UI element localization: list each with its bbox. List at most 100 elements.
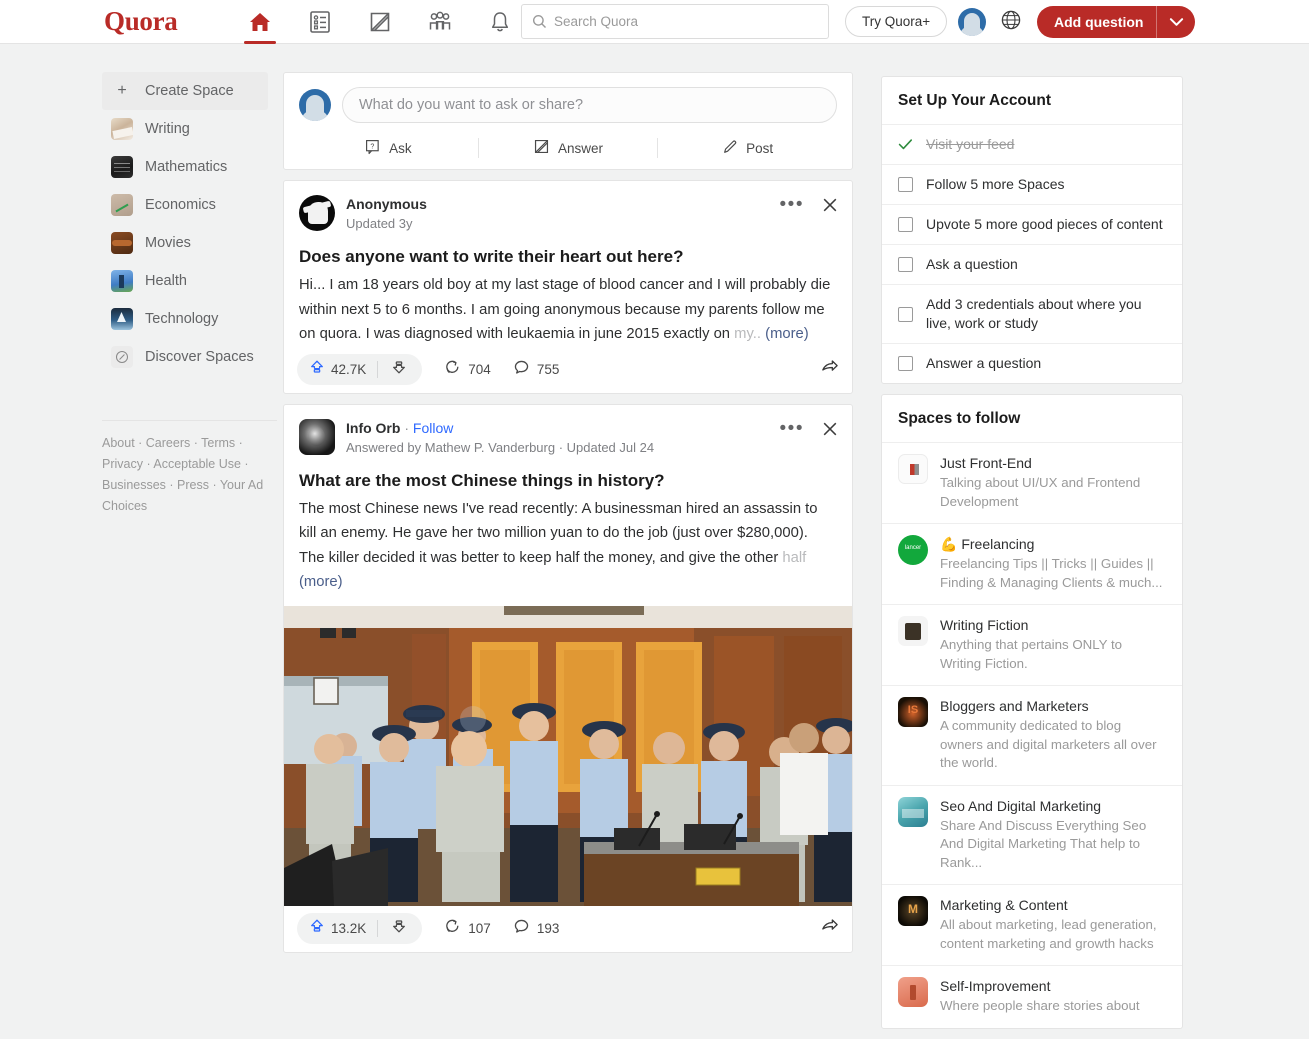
- setup-account-panel: Set Up Your Account Visit your feed Foll…: [881, 76, 1183, 384]
- user-avatar[interactable]: [958, 8, 986, 36]
- close-icon[interactable]: [822, 197, 838, 213]
- avatar[interactable]: [299, 195, 335, 231]
- space-item-writing-fiction[interactable]: Writing Fiction Anything that pertains O…: [882, 604, 1182, 685]
- compose-answer-button[interactable]: Answer: [479, 127, 658, 169]
- post-image[interactable]: [284, 605, 852, 906]
- space-text: Bloggers and Marketers A community dedic…: [940, 697, 1166, 773]
- sidebar-item-economics[interactable]: Economics: [102, 186, 268, 224]
- search-input[interactable]: [554, 14, 818, 29]
- sidebar-item-health[interactable]: Health: [102, 262, 268, 300]
- space-item-bloggers-and-marketers[interactable]: Bloggers and Marketers A community dedic…: [882, 685, 1182, 785]
- answer-pencil-icon: [533, 138, 550, 158]
- sidebar-item-discover-spaces[interactable]: Discover Spaces: [102, 338, 268, 376]
- setup-item-upvote-content[interactable]: Upvote 5 more good pieces of content: [882, 204, 1182, 244]
- share-button[interactable]: [820, 917, 839, 941]
- sidebar-item-movies[interactable]: Movies: [102, 224, 268, 262]
- avatar[interactable]: [299, 418, 335, 455]
- post-author-name[interactable]: Anonymous: [346, 195, 427, 213]
- chevron-down-icon[interactable]: [1157, 17, 1195, 27]
- upvote-arrow-icon: [309, 359, 325, 380]
- setup-item-label: Visit your feed: [926, 136, 1015, 152]
- space-text: Writing Fiction Anything that pertains O…: [940, 616, 1166, 673]
- space-name: 💪 Freelancing: [940, 536, 1035, 552]
- post-action-bar: 13.2K 107 193: [284, 906, 852, 952]
- close-icon[interactable]: [822, 421, 838, 437]
- reshare-button[interactable]: 107: [444, 918, 491, 940]
- nav-answer-button[interactable]: [350, 0, 410, 44]
- post-space-name[interactable]: Info Orb: [346, 420, 400, 436]
- post-author-name[interactable]: Info Orb · Follow: [346, 419, 654, 437]
- checkbox-icon[interactable]: [898, 306, 913, 322]
- share-arrow-icon: [820, 917, 839, 941]
- share-button[interactable]: [820, 358, 839, 382]
- checkbox-icon[interactable]: [898, 257, 913, 272]
- downvote-button[interactable]: [378, 913, 420, 944]
- space-text: Just Front-End Talking about UI/UX and F…: [940, 454, 1166, 511]
- compose-input[interactable]: [342, 87, 837, 123]
- compass-icon: [111, 346, 133, 368]
- follow-link[interactable]: Follow: [413, 420, 453, 436]
- comment-count: 755: [536, 362, 560, 377]
- checkbox-icon[interactable]: [898, 217, 913, 232]
- downvote-button[interactable]: [378, 354, 420, 385]
- compose-ask-button[interactable]: ? Ask: [299, 127, 478, 169]
- comment-button[interactable]: 193: [513, 918, 560, 940]
- search-bar[interactable]: [521, 4, 829, 39]
- post-content: ••• Anonymous Updated 3y Does anyone wan…: [284, 181, 852, 347]
- downvote-arrow-icon: [391, 359, 407, 380]
- checkbox-icon[interactable]: [898, 356, 913, 371]
- post-more-options-icon[interactable]: •••: [780, 195, 804, 214]
- setup-item-follow-spaces[interactable]: Follow 5 more Spaces: [882, 164, 1182, 204]
- sidebar-item-writing[interactable]: Writing: [102, 110, 268, 148]
- checkbox-icon[interactable]: [898, 177, 913, 192]
- space-item-just-front-end[interactable]: Just Front-End Talking about UI/UX and F…: [882, 442, 1182, 523]
- post-title[interactable]: What are the most Chinese things in hist…: [299, 470, 837, 492]
- compose-user-avatar[interactable]: [299, 89, 331, 121]
- sidebar-item-mathematics[interactable]: Mathematics: [102, 148, 268, 186]
- post-more-link[interactable]: (more): [299, 574, 343, 590]
- comment-bubble-icon: [513, 359, 530, 381]
- space-item-seo-and-digital-marketing[interactable]: Seo And Digital Marketing Share And Disc…: [882, 784, 1182, 885]
- post-body-fade: half: [782, 549, 807, 566]
- sidebar-footer-links[interactable]: About · Careers · Terms · Privacy · Acce…: [102, 420, 277, 517]
- post-title[interactable]: Does anyone want to write their heart ou…: [299, 246, 837, 268]
- space-avatar: [898, 697, 928, 727]
- globe-icon: [1000, 9, 1022, 36]
- upvote-button[interactable]: 13.2K: [297, 913, 377, 944]
- space-item-marketing-and-content[interactable]: Marketing & Content All about marketing,…: [882, 884, 1182, 965]
- setup-item-visit-feed[interactable]: Visit your feed: [882, 124, 1182, 164]
- compose-post-button[interactable]: Post: [658, 127, 837, 169]
- separator-dot: ·: [404, 419, 409, 436]
- space-name: Writing Fiction: [940, 617, 1029, 633]
- space-item-self-improvement[interactable]: Self-Improvement Where people share stor…: [882, 965, 1182, 1028]
- setup-item-label: Ask a question: [926, 256, 1018, 272]
- language-globe-button[interactable]: [997, 8, 1025, 36]
- create-space-button[interactable]: + Create Space: [102, 72, 268, 110]
- setup-item-add-credentials[interactable]: Add 3 credentials about where you live, …: [882, 284, 1182, 343]
- sidebar-item-label: Health: [145, 273, 187, 289]
- post-more-link[interactable]: (more): [765, 326, 809, 342]
- reshare-button[interactable]: 704: [444, 359, 491, 381]
- comment-button[interactable]: 755: [513, 359, 560, 381]
- sidebar-item-label: Mathematics: [145, 159, 228, 175]
- quora-logo[interactable]: Quora: [104, 6, 178, 36]
- add-question-button[interactable]: Add question: [1037, 6, 1196, 38]
- setup-item-answer-question[interactable]: Answer a question: [882, 343, 1182, 383]
- comment-count: 193: [536, 921, 560, 936]
- post-more-options-icon[interactable]: •••: [780, 419, 804, 438]
- post-header: Info Orb · Follow Answered by Mathew P. …: [299, 418, 837, 457]
- space-description: All about marketing, lead generation, co…: [940, 917, 1157, 951]
- nav-home-button[interactable]: [230, 0, 290, 44]
- setup-item-ask-question[interactable]: Ask a question: [882, 244, 1182, 284]
- reshare-icon: [444, 918, 461, 940]
- post-body-text: The most Chinese news I've read recently…: [299, 500, 818, 566]
- space-avatar: [898, 535, 928, 565]
- add-question-label: Add question: [1054, 14, 1144, 30]
- try-quora-plus-button[interactable]: Try Quora+: [845, 6, 948, 37]
- sidebar-item-technology[interactable]: Technology: [102, 300, 268, 338]
- vote-control: 13.2K: [297, 913, 423, 944]
- upvote-button[interactable]: 42.7K: [297, 354, 377, 385]
- nav-following-button[interactable]: [410, 0, 470, 44]
- space-item-freelancing[interactable]: 💪 Freelancing Freelancing Tips || Tricks…: [882, 523, 1182, 604]
- nav-spaces-button[interactable]: [290, 0, 350, 44]
